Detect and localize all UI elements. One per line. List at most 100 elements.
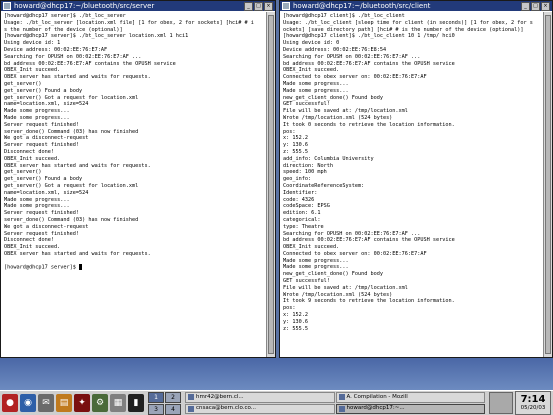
terminal-line: bd address 00:02:EE:76:E7:AF contains th… — [283, 237, 455, 244]
client-terminal-output[interactable]: [howard@dhcp17 client]$ ./bt_loc_client U… — [281, 12, 543, 356]
terminal-line: Identifier: — [283, 189, 318, 196]
terminal-line: bd address 00:02:EE:76:E7:AF contains th… — [283, 60, 455, 67]
terminal-line: s the number of the device (optional)] — [4, 26, 123, 33]
window-icon — [338, 405, 345, 412]
task-label: hmr42@bern.cl... — [196, 393, 244, 400]
client-terminal-title: howard@dhcp17:~/bluetooth/src/client — [293, 2, 431, 10]
close-button[interactable]: × — [541, 1, 550, 11]
terminal-line: We got a disconnect-request — [4, 135, 89, 142]
redhat-menu-icon[interactable]: ● — [2, 394, 18, 412]
terminal-line: get_server() Got a request for location.… — [4, 94, 139, 101]
workspace-4[interactable]: 4 — [165, 403, 181, 415]
terminal-line: get_server() Found a body — [4, 176, 83, 183]
client-terminal-titlebar[interactable]: i howard@dhcp17:~/bluetooth/src/client _… — [280, 1, 552, 11]
terminal-line: Connected to obex server on: 00:02:EE:76… — [283, 250, 427, 257]
terminal-window-icon[interactable]: i — [282, 2, 290, 10]
taskbar: ● ◉ ✉ ▤ ✦ ⚙ ▦ ▮ 1234 hmr42@bern.cl... A. Compila… — [0, 390, 553, 415]
terminal-line: CoordinateReferenceSystem: — [283, 182, 365, 189]
clock[interactable]: 7:14 05/20/03 — [515, 391, 551, 415]
text-cursor — [78, 264, 82, 271]
taskbar-task-button[interactable]: A. Compilation - Mozill — [335, 392, 485, 403]
maximize-button[interactable]: □ — [531, 1, 540, 11]
terminal-line: Server request finished! — [4, 230, 79, 237]
minimize-button[interactable]: _ — [521, 1, 530, 11]
terminal-line: Made some progress... — [4, 203, 70, 210]
terminal-line: Disconnect done! — [4, 237, 54, 244]
terminal-line: Made some progress... — [283, 257, 349, 264]
task-label: cnsaca@bern.clo.co... — [196, 405, 257, 412]
mail-icon[interactable]: ✉ — [38, 394, 54, 412]
terminal-line: bd address 00:02:EE:76:E7:AF contains th… — [4, 60, 176, 67]
terminal-line: Wrote /tmp/location.xml (524 bytes) — [283, 291, 393, 298]
server-terminal-titlebar[interactable]: i howard@dhcp17:~/bluetooth/src/server _… — [1, 1, 275, 11]
terminal-line: server_done() Command (03) has now finis… — [4, 128, 139, 135]
client-terminal-window[interactable]: i howard@dhcp17:~/bluetooth/src/client _… — [279, 0, 553, 358]
game-icon[interactable]: ✦ — [74, 394, 90, 412]
terminal-line: File will be saved at: /tmp/location.xml — [283, 284, 408, 291]
terminal-line: Server request finished! — [4, 121, 79, 128]
printer-icon[interactable]: ▦ — [110, 394, 126, 412]
terminal-line: z: 555.5 — [283, 148, 308, 155]
terminal-line: Made some progress... — [4, 196, 70, 203]
terminal-line: Device address: 00:02:EE:76:E8:54 — [283, 46, 387, 53]
taskbar-task-button[interactable]: cnsaca@bern.clo.co... — [185, 403, 335, 414]
browser-icon[interactable]: ◉ — [20, 394, 36, 412]
terminal-line: OBEX_Init succeed. — [4, 155, 61, 162]
maximize-button[interactable]: □ — [254, 1, 263, 11]
terminal-line: pos: — [283, 128, 296, 135]
terminal-line: z: 555.5 — [283, 325, 308, 332]
terminal-line: GET successful! — [283, 101, 330, 108]
clock-date: 05/20/03 — [520, 405, 546, 411]
task-label: A. Compilation - Mozill — [346, 393, 408, 400]
terminal-line: Using device id: 1 — [4, 40, 61, 47]
terminal-line: Usage: ./bt_loc_client [sleep time for c… — [283, 19, 533, 26]
terminal-line: get_server() Found a body — [4, 87, 83, 94]
server-terminal-scrollbar[interactable] — [266, 12, 275, 357]
terminal-line: OBEX_Init succeed. — [283, 244, 340, 251]
server-terminal-output[interactable]: [howard@dhcp17 server]$ ./bt_loc_server U… — [2, 12, 266, 356]
terminal-window-icon[interactable]: i — [3, 2, 11, 10]
server-terminal-window[interactable]: i howard@dhcp17:~/bluetooth/src/server _… — [0, 0, 276, 358]
terminal-line: new_get_client_done() Found body — [283, 271, 383, 278]
terminal-line: add_info: Columbia University — [283, 155, 374, 162]
minimize-button[interactable]: _ — [244, 1, 253, 11]
tools-icon[interactable]: ⚙ — [92, 394, 108, 412]
terminal-line: type: Theatre — [283, 223, 324, 230]
terminal-line: name=location.xml, size=524 — [4, 101, 89, 108]
terminal-line: get_server() Got a request for location.… — [4, 182, 139, 189]
clock-time: 7:14 — [520, 394, 546, 405]
workspace-2[interactable]: 2 — [165, 391, 181, 403]
scrollbar-thumb[interactable] — [268, 15, 274, 354]
workspace-1[interactable]: 1 — [148, 391, 164, 403]
workspace-3[interactable]: 3 — [148, 403, 164, 415]
terminal-icon[interactable]: ▮ — [128, 394, 144, 412]
terminal-line: Using device id: 0 — [283, 40, 340, 47]
terminal-line: GET successful! — [283, 278, 330, 285]
task-list: hmr42@bern.cl... A. Compilation - Mozill c… — [185, 392, 485, 414]
window-icon — [188, 405, 194, 412]
terminal-line: OBEX server has started and waits for re… — [4, 74, 151, 81]
terminal-line: [howard@dhcp17 client]$ ./bt_loc_client … — [283, 33, 455, 40]
terminal-line: [howard@dhcp17 server]$ — [4, 264, 264, 271]
terminal-line: OBEX_Init succeed. — [4, 244, 61, 251]
taskbar-task-button[interactable]: hmr42@bern.cl... — [185, 392, 335, 403]
office-icon[interactable]: ▤ — [56, 394, 72, 412]
terminal-line: [howard@dhcp17 server]$ ./bt_loc_server … — [4, 33, 189, 40]
terminal-line: ockets] [save directory path] [hci# # is… — [283, 26, 524, 33]
close-button[interactable]: × — [264, 1, 273, 11]
terminal-line: OBEX_Init succeed. — [4, 67, 61, 74]
terminal-line: speed: 100 mph — [283, 169, 327, 176]
terminal-line: [howard@dhcp17 client]$ ./bt_loc_client — [283, 13, 405, 19]
system-tray[interactable] — [489, 392, 513, 414]
terminal-line: Usage: ./bt_loc_server [location.xml fil… — [4, 19, 254, 26]
terminal-line: geo_info: — [283, 176, 312, 183]
terminal-line: Server request finished! — [4, 210, 79, 217]
scrollbar-thumb[interactable] — [545, 15, 551, 354]
terminal-line: y: 130.6 — [283, 142, 308, 149]
workspace-pager[interactable]: 1234 — [148, 391, 181, 415]
client-terminal-scrollbar[interactable] — [543, 12, 552, 357]
taskbar-task-button[interactable]: howard@dhcp17:~... — [335, 403, 485, 414]
terminal-line: get_server() — [4, 169, 42, 176]
server-terminal-title: howard@dhcp17:~/bluetooth/src/server — [14, 2, 155, 10]
task-label: howard@dhcp17:~... — [346, 405, 405, 412]
